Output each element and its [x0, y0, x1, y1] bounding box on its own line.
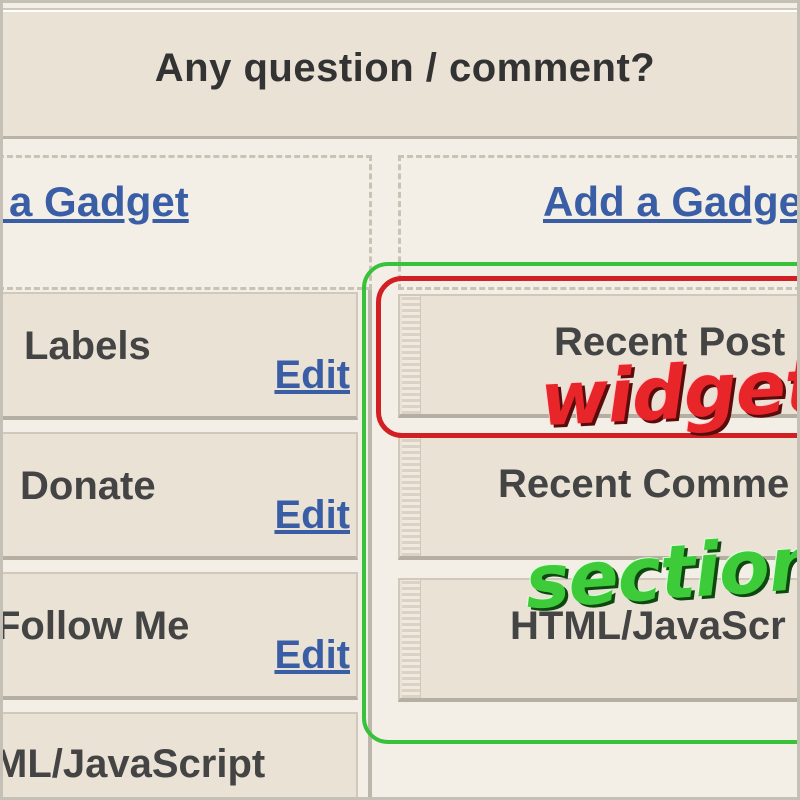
add-gadget-box-left: ld a Gadget: [0, 155, 372, 290]
gadget-title: Donate: [20, 464, 156, 508]
blogger-layout-editor: Any question / comment? ld a Gadget Add …: [0, 0, 800, 800]
add-gadget-link-left[interactable]: ld a Gadget: [0, 178, 189, 226]
edit-link[interactable]: Edit: [274, 353, 350, 398]
widget-annotation-label: widget: [537, 342, 800, 444]
gadget-follow-me[interactable]: Follow Me Edit: [0, 572, 358, 700]
gadget-donate[interactable]: Donate Edit: [0, 432, 358, 560]
gadget-title: Follow Me: [0, 604, 190, 648]
gadget-html-javascript[interactable]: ML/JavaScript: [0, 712, 358, 800]
gadget-labels[interactable]: Labels Edit: [0, 292, 358, 420]
gadget-title: ML/JavaScript: [0, 742, 266, 786]
gadget-title: Labels: [24, 324, 151, 368]
edit-link[interactable]: Edit: [274, 633, 350, 678]
add-gadget-link-right[interactable]: Add a Gadge: [543, 178, 800, 226]
header-gadget[interactable]: Any question / comment?: [0, 8, 800, 139]
edit-link[interactable]: Edit: [274, 493, 350, 538]
header-gadget-title: Any question / comment?: [154, 46, 656, 90]
